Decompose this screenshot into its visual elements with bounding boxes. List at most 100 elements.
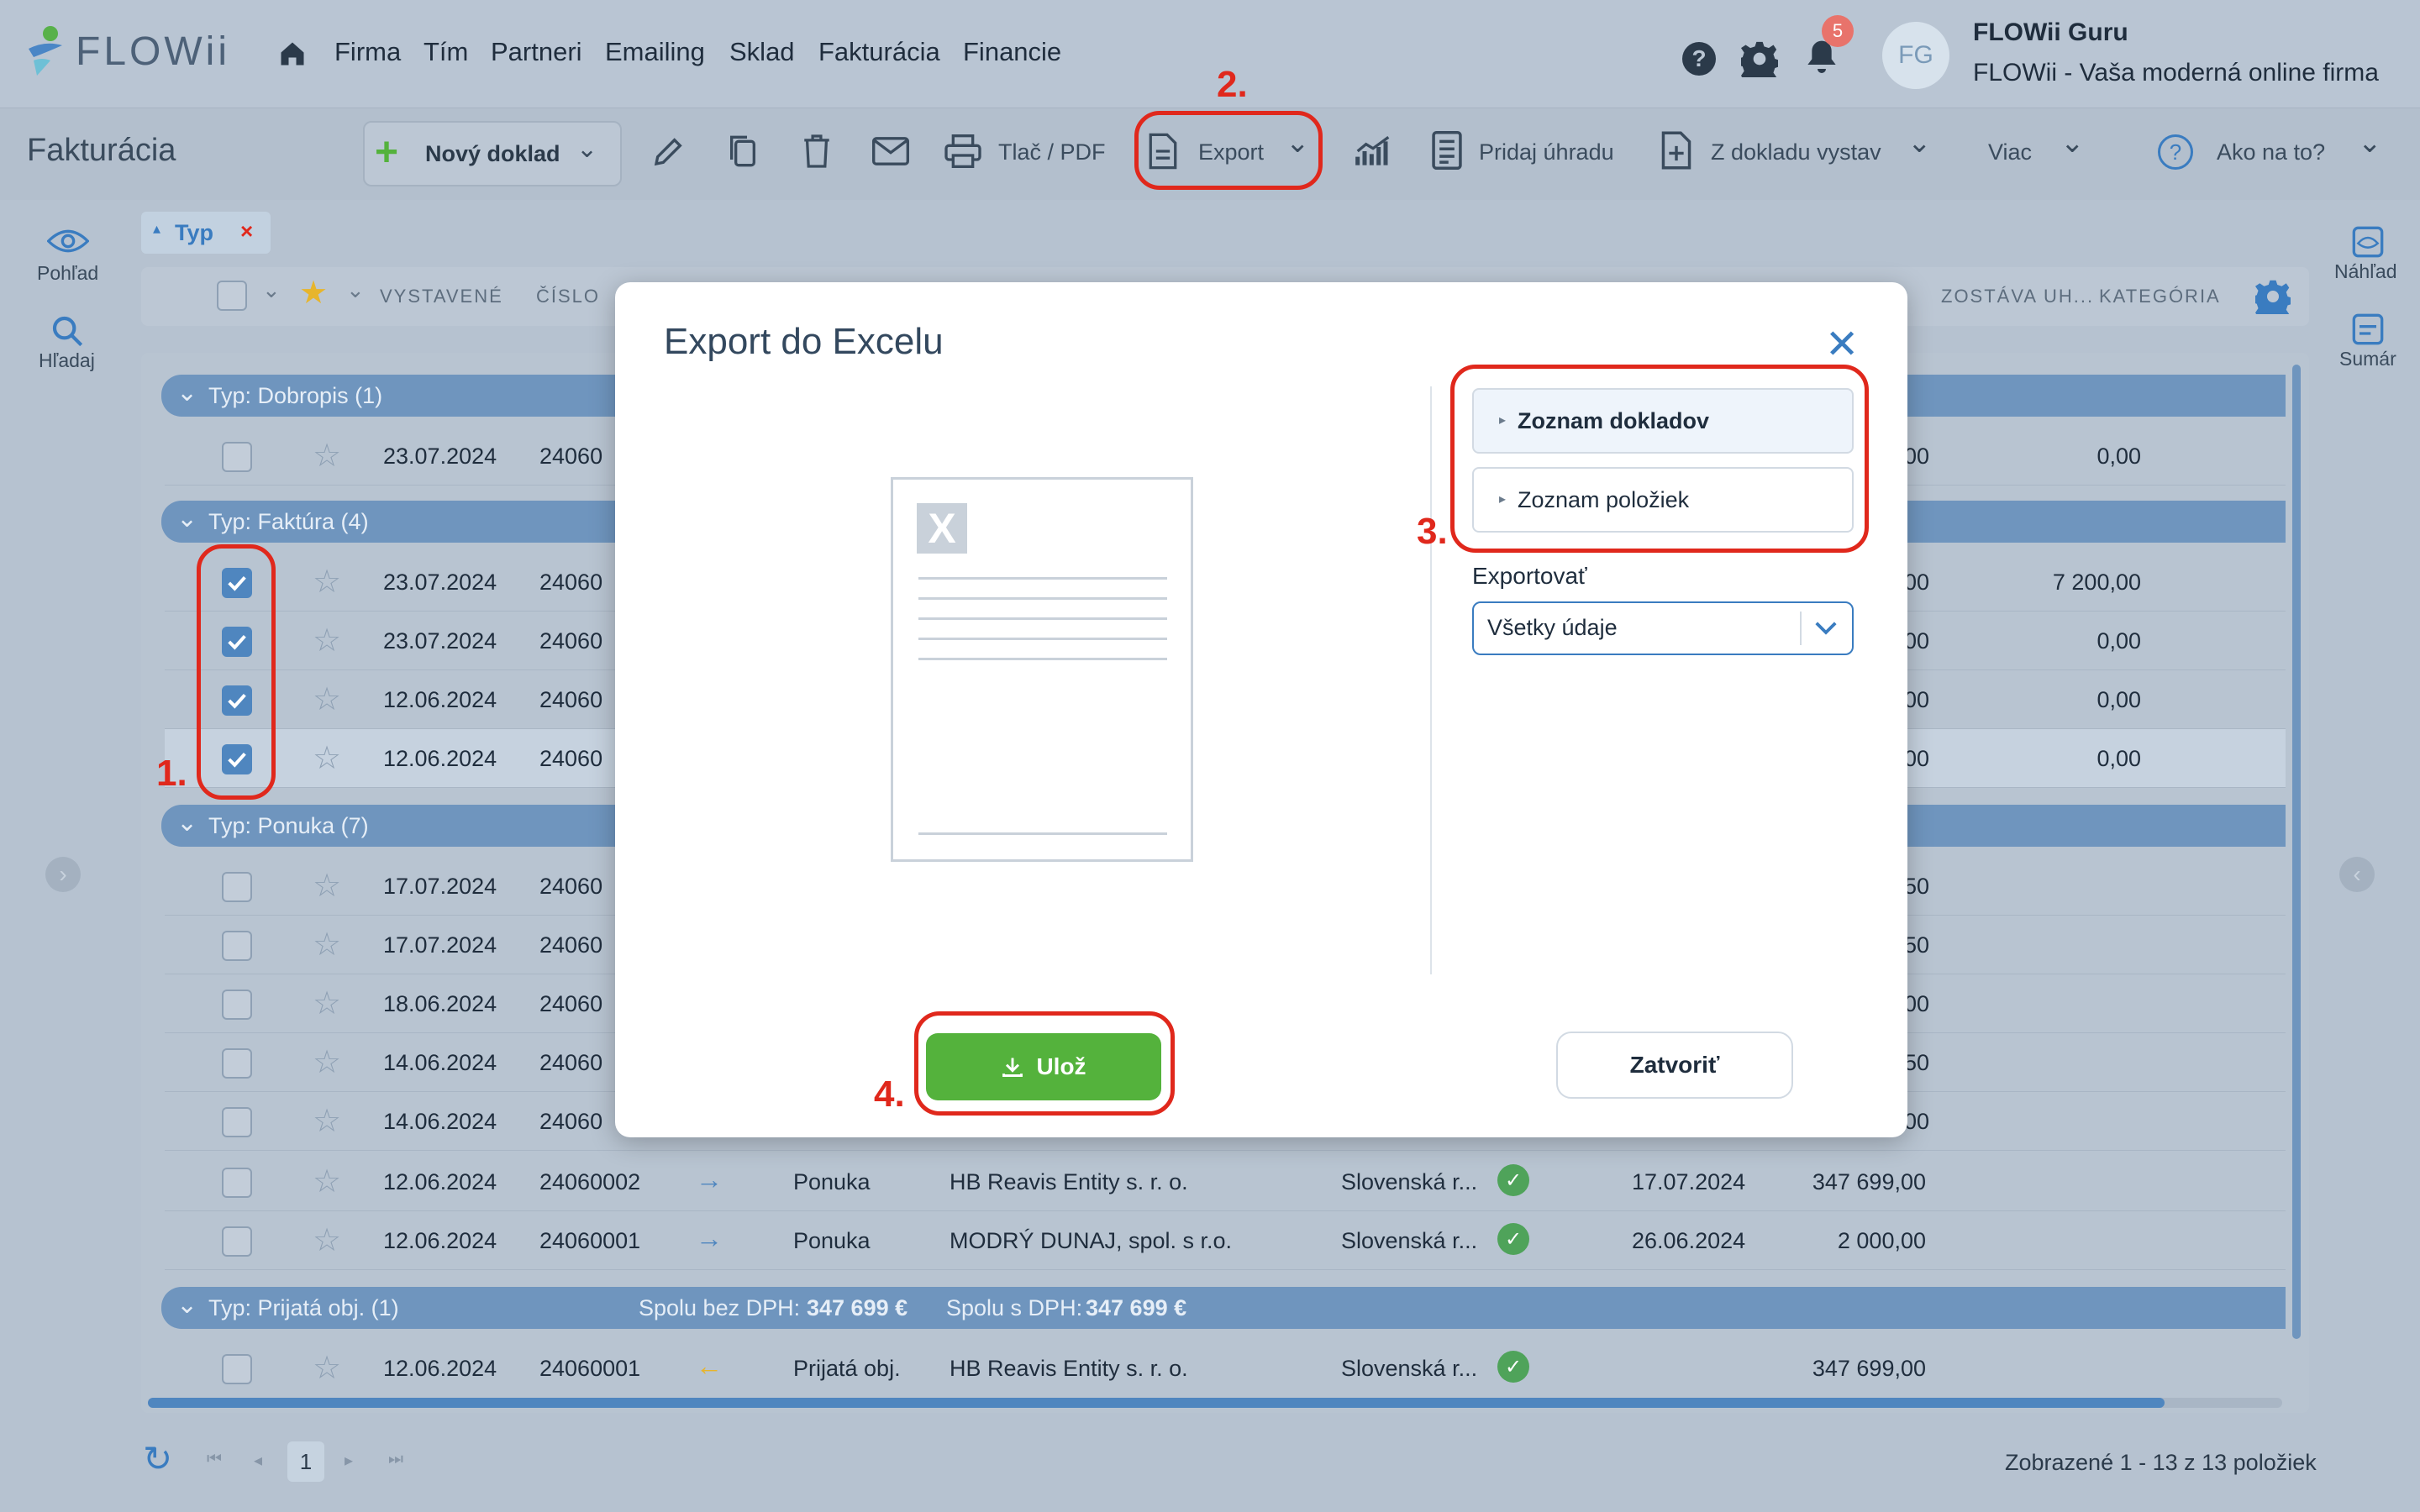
row-checkbox[interactable] bbox=[222, 872, 252, 902]
type-filter-chip[interactable]: ▴ Typ × bbox=[141, 212, 271, 254]
printer-icon[interactable] bbox=[944, 134, 981, 168]
settings-gear-icon[interactable] bbox=[1741, 40, 1778, 77]
howto-button[interactable]: Ako na to? bbox=[2217, 139, 2325, 165]
favorite-star-icon[interactable]: ☆ bbox=[313, 1349, 341, 1387]
cell-number: 24060 bbox=[539, 687, 603, 712]
cell-issued: 12.06.2024 bbox=[383, 1356, 497, 1381]
favorite-star-icon[interactable]: ☆ bbox=[313, 1221, 341, 1259]
preview-icon[interactable] bbox=[2351, 225, 2385, 259]
table-row[interactable]: ☆ 12.06.2024 24060001 ← Prijatá obj. HB … bbox=[165, 1339, 2286, 1398]
add-payment-icon[interactable] bbox=[1430, 131, 1464, 170]
cell-amount-tail: 00 bbox=[1904, 1109, 1930, 1134]
row-checkbox[interactable] bbox=[222, 1226, 252, 1257]
howto-help-icon[interactable]: ? bbox=[2158, 134, 2193, 170]
table-row[interactable]: ☆ 12.06.2024 24060001 → Ponuka MODRÝ DUN… bbox=[165, 1211, 2286, 1270]
favorite-star-icon[interactable]: ☆ bbox=[313, 622, 341, 659]
row-checkbox[interactable] bbox=[222, 1107, 252, 1137]
favorite-star-icon[interactable]: ☆ bbox=[313, 563, 341, 601]
next-page-icon[interactable]: ▸ bbox=[345, 1450, 353, 1471]
view-label[interactable]: Pohľad bbox=[37, 262, 98, 285]
nav-tim[interactable]: Tím bbox=[424, 37, 468, 67]
nav-emailing[interactable]: Emailing bbox=[605, 37, 705, 67]
row-checkbox[interactable] bbox=[222, 1048, 252, 1079]
row-checkbox[interactable] bbox=[222, 990, 252, 1020]
row-checkbox[interactable] bbox=[222, 442, 252, 472]
favorite-chevron-down-icon[interactable]: ⌄ bbox=[346, 277, 365, 303]
annotation-step-4: 4. bbox=[874, 1074, 905, 1115]
copy-icon[interactable] bbox=[726, 133, 760, 170]
edit-pencil-icon[interactable] bbox=[652, 134, 686, 168]
scroll-left-arrow-icon[interactable]: › bbox=[45, 857, 81, 892]
from-doc-chevron-down-icon[interactable]: ⌄ bbox=[1907, 126, 1932, 160]
options-highlight-ring bbox=[1450, 365, 1869, 553]
home-icon[interactable] bbox=[277, 39, 308, 69]
nav-firma[interactable]: Firma bbox=[334, 37, 401, 67]
column-remaining[interactable]: ZOSTÁVA UH... bbox=[1941, 286, 2094, 307]
horizontal-scrollbar-thumb[interactable] bbox=[148, 1398, 2165, 1408]
select-chevron-down-icon[interactable]: ⌄ bbox=[262, 277, 281, 303]
nav-sklad[interactable]: Sklad bbox=[729, 37, 795, 67]
refresh-icon[interactable]: ↻ bbox=[143, 1438, 172, 1479]
print-pdf-button[interactable]: Tlač / PDF bbox=[998, 139, 1106, 165]
current-page[interactable]: 1 bbox=[287, 1441, 324, 1482]
new-document-button[interactable]: + Nový doklad ⌄ bbox=[363, 121, 622, 186]
favorite-star-icon[interactable]: ☆ bbox=[313, 926, 341, 963]
favorite-star-icon[interactable]: ☆ bbox=[313, 1102, 341, 1140]
vertical-scrollbar[interactable] bbox=[2292, 365, 2301, 1339]
more-menu-button[interactable]: Viac bbox=[1988, 139, 2032, 165]
row-checkbox[interactable] bbox=[222, 1168, 252, 1198]
table-row[interactable]: ☆ 12.06.2024 24060002 → Ponuka HB Reavis… bbox=[165, 1152, 2286, 1211]
flowii-logo[interactable]: FLOWii bbox=[25, 22, 230, 81]
more-chevron-down-icon[interactable]: ⌄ bbox=[2060, 126, 2085, 160]
nav-financie[interactable]: Financie bbox=[963, 37, 1061, 67]
view-eye-icon[interactable] bbox=[47, 227, 89, 255]
create-from-document-icon[interactable] bbox=[1660, 131, 1692, 170]
row-checkbox[interactable] bbox=[222, 1354, 252, 1384]
favorite-star-icon[interactable]: ☆ bbox=[313, 1043, 341, 1081]
chart-analytics-icon[interactable] bbox=[1355, 134, 1392, 168]
column-settings-gear-icon[interactable] bbox=[2255, 279, 2291, 314]
favorite-star-icon[interactable]: ☆ bbox=[313, 680, 341, 718]
favorite-star-icon[interactable]: ☆ bbox=[313, 1163, 341, 1200]
column-number[interactable]: ČÍSLO bbox=[536, 286, 600, 307]
nav-fakturacia[interactable]: Fakturácia bbox=[818, 37, 940, 67]
howto-chevron-down-icon[interactable]: ⌄ bbox=[2358, 126, 2382, 160]
add-payment-button[interactable]: Pridaj úhradu bbox=[1479, 139, 1614, 165]
sort-up-icon: ▴ bbox=[153, 220, 161, 237]
email-envelope-icon[interactable] bbox=[872, 136, 909, 166]
search-icon[interactable] bbox=[50, 314, 84, 348]
summary-label[interactable]: Sumár bbox=[2339, 348, 2396, 370]
export-scope-select[interactable]: Všetky údaje bbox=[1472, 601, 1854, 655]
favorite-star-icon[interactable]: ☆ bbox=[313, 867, 341, 905]
user-name[interactable]: FLOWii Guru bbox=[1973, 18, 2128, 47]
last-page-icon[interactable]: ⏭ bbox=[388, 1450, 403, 1469]
previous-page-icon[interactable]: ◂ bbox=[254, 1450, 262, 1471]
close-icon[interactable]: ✕ bbox=[1825, 321, 1859, 368]
nav-partneri[interactable]: Partneri bbox=[491, 37, 582, 67]
help-icon[interactable]: ? bbox=[1682, 42, 1716, 76]
delete-trash-icon[interactable] bbox=[802, 133, 832, 170]
favorite-star-icon[interactable]: ☆ bbox=[313, 984, 341, 1022]
horizontal-scrollbar-track[interactable] bbox=[148, 1398, 2282, 1408]
avatar[interactable]: FG bbox=[1882, 22, 1949, 89]
scroll-right-arrow-icon[interactable]: ‹ bbox=[2339, 857, 2375, 892]
create-from-document-button[interactable]: Z dokladu vystav bbox=[1711, 139, 1881, 165]
close-button[interactable]: Zatvoriť bbox=[1556, 1032, 1793, 1099]
cell-due-date: 26.06.2024 bbox=[1632, 1228, 1746, 1253]
cell-number: 24060 bbox=[539, 1050, 603, 1075]
remove-filter-icon[interactable]: × bbox=[240, 218, 253, 244]
favorite-star-icon[interactable]: ☆ bbox=[313, 739, 341, 777]
group-header-prijata-obj[interactable]: ⌄ Typ: Prijatá obj. (1) Spolu bez DPH: 3… bbox=[161, 1287, 2286, 1329]
column-issued[interactable]: VYSTAVENÉ bbox=[380, 286, 503, 307]
cell-issued: 12.06.2024 bbox=[383, 687, 497, 712]
summary-icon[interactable] bbox=[2351, 312, 2385, 346]
search-label[interactable]: Hľadaj bbox=[39, 349, 95, 372]
cell-amount: 2 000,00 bbox=[1837, 1228, 1926, 1253]
column-category[interactable]: KATEGÓRIA bbox=[2099, 286, 2221, 307]
row-checkbox[interactable] bbox=[222, 931, 252, 961]
first-page-icon[interactable]: ⏮ bbox=[207, 1450, 222, 1469]
favorite-star-icon[interactable]: ☆ bbox=[313, 437, 341, 475]
favorite-star-icon[interactable]: ★ bbox=[299, 274, 328, 312]
select-all-checkbox[interactable] bbox=[217, 281, 247, 311]
preview-label[interactable]: Náhľad bbox=[2334, 260, 2396, 283]
